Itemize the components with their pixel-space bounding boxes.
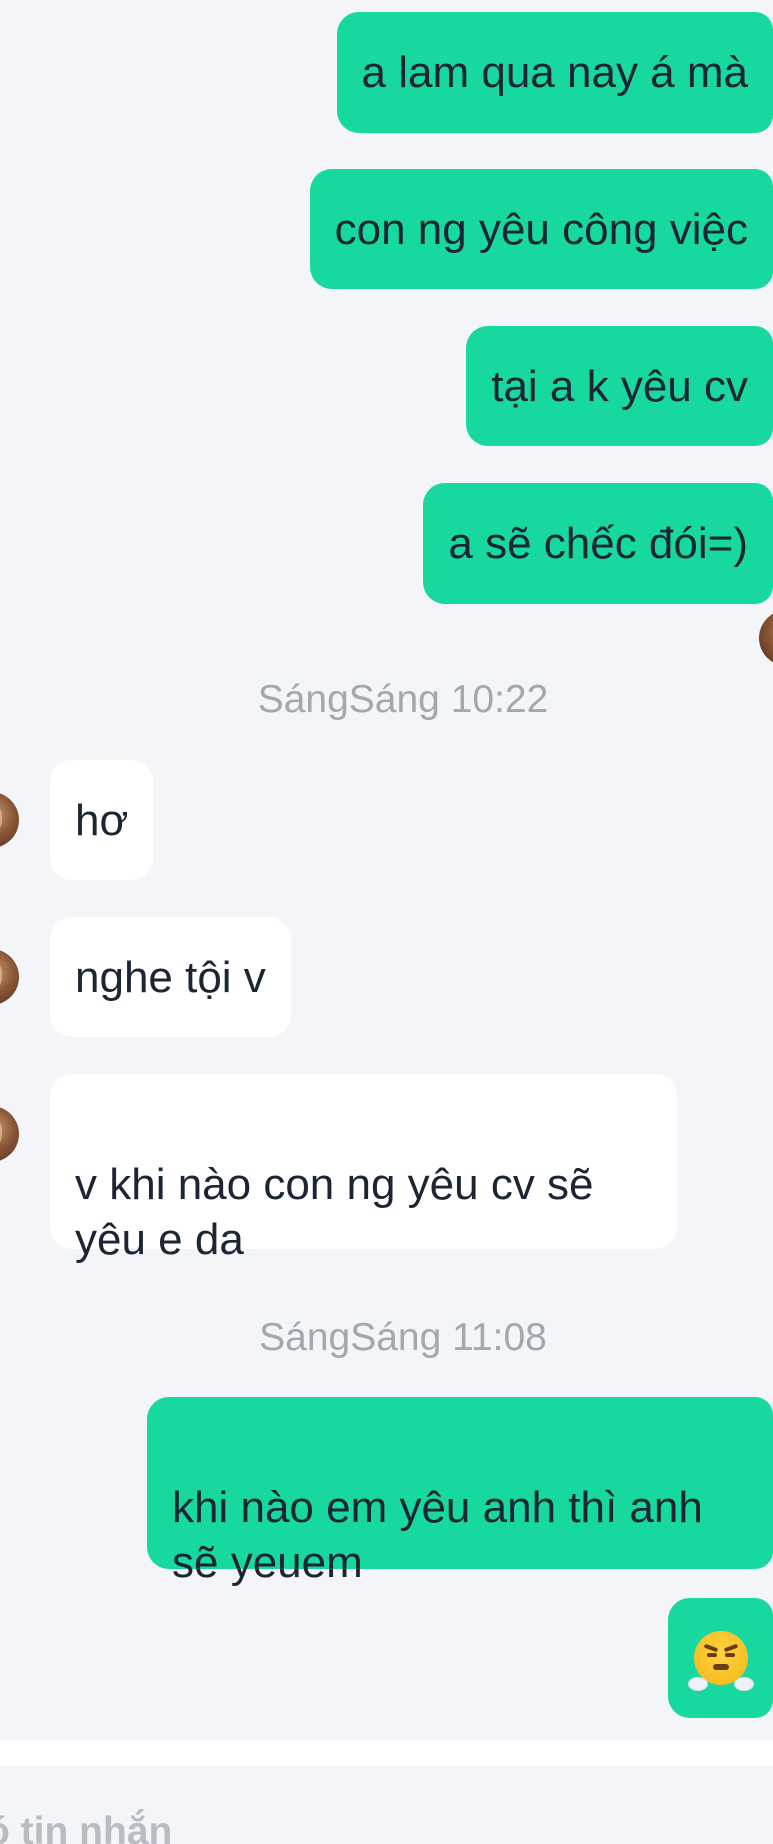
outgoing-emoji-message[interactable] xyxy=(668,1598,773,1718)
incoming-message[interactable]: hơ xyxy=(50,760,154,880)
timestamp-divider: SángSáng 11:08 xyxy=(259,1316,547,1359)
avatar[interactable] xyxy=(0,949,19,1005)
message-text: v khi nào con ng yêu cv sẽ yêu e da xyxy=(75,1160,594,1264)
message-text: tại a k yêu cv xyxy=(491,361,748,411)
avatar[interactable] xyxy=(759,610,773,666)
outgoing-message[interactable]: a lam qua nay á mà xyxy=(336,12,773,133)
timestamp-divider: SángSáng 10:22 xyxy=(257,678,549,721)
message-text: nghe tội v xyxy=(75,952,266,1002)
message-text: a sẽ chếc đói=) xyxy=(448,519,748,568)
huffing-face-emoji-icon xyxy=(687,1631,754,1691)
incoming-message[interactable]: v khi nào con ng yêu cv sẽ yêu e da xyxy=(50,1074,677,1264)
incoming-message[interactable]: nghe tội v xyxy=(50,917,291,1037)
outgoing-message[interactable]: a sẽ chếc đói=) xyxy=(423,483,773,604)
message-input-placeholder[interactable]: ó tin nhắn xyxy=(0,1810,172,1844)
message-text: a lam qua nay á mà xyxy=(361,48,748,97)
outgoing-message[interactable]: tại a k yêu cv xyxy=(466,326,773,446)
composer-divider xyxy=(0,1740,773,1766)
message-composer[interactable]: ó tin nhắn xyxy=(0,1766,773,1844)
outgoing-message[interactable]: khi nào em yêu anh thì anh sẽ yeuem xyxy=(147,1397,773,1587)
avatar[interactable] xyxy=(0,792,19,848)
message-text: khi nào em yêu anh thì anh sẽ yeuem xyxy=(172,1483,703,1587)
avatar[interactable] xyxy=(0,1106,19,1162)
outgoing-message[interactable]: con ng yêu công việc xyxy=(309,169,773,289)
message-text: con ng yêu công việc xyxy=(334,204,748,254)
chat-thread[interactable]: a lam qua nay á mà con ng yêu công việc … xyxy=(0,0,773,1740)
message-text: hơ xyxy=(75,795,129,845)
